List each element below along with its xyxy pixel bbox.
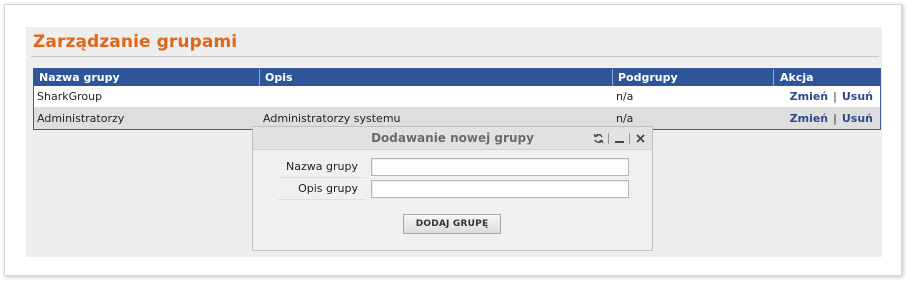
minimize-icon[interactable] [613,132,625,146]
group-description-row: Opis grupy [278,178,629,200]
action-separator: | [833,90,837,103]
delete-group-link[interactable]: Usuń [842,90,873,103]
group-actions-cell: Zmień | Usuń [774,86,882,107]
column-header-name[interactable]: Nazwa grupy [34,69,260,86]
group-name-cell: Administratorzy [37,111,125,125]
table-header-row: Nazwa grupy Opis Podgrupy Akcja [34,69,880,86]
group-description-cell [260,86,613,107]
title-divider [31,56,879,57]
action-separator: | [833,111,837,125]
refresh-icon[interactable] [592,132,604,146]
dialog-titlebar[interactable]: Dodawanie nowej grupy [253,127,652,150]
edit-group-link[interactable]: Zmień [790,90,829,103]
group-description-input[interactable] [371,180,629,198]
add-group-button[interactable]: DODAJ GRUPĘ [403,214,501,234]
group-subgroups-cell: n/a [616,90,634,103]
groups-table: Nazwa grupy Opis Podgrupy Akcja SharkGro… [33,68,881,130]
dialog-controls [592,131,646,146]
group-name-cell: SharkGroup [37,90,103,103]
group-name-label: Nazwa grupy [278,156,366,178]
column-header-subgroups[interactable]: Podgrupy [613,69,774,86]
control-divider [629,133,630,144]
close-icon[interactable] [634,132,646,146]
column-header-description[interactable]: Opis [260,69,613,86]
group-description-label: Opis grupy [278,178,366,200]
group-name-input[interactable] [371,158,629,176]
add-group-dialog: Dodawanie nowej grupy Nazwa grupy Opis g… [252,126,653,251]
group-name-row: Nazwa grupy [278,156,629,178]
group-actions-cell: Zmień | Usuń [774,107,882,129]
edit-group-link[interactable]: Zmień [790,112,829,125]
column-header-action: Akcja [780,71,814,84]
delete-group-link[interactable]: Usuń [842,112,873,125]
table-row: SharkGroup n/a Zmień | Usuń [34,86,880,107]
control-divider [608,133,609,144]
page-title: Zarządzanie grupami [33,32,238,52]
